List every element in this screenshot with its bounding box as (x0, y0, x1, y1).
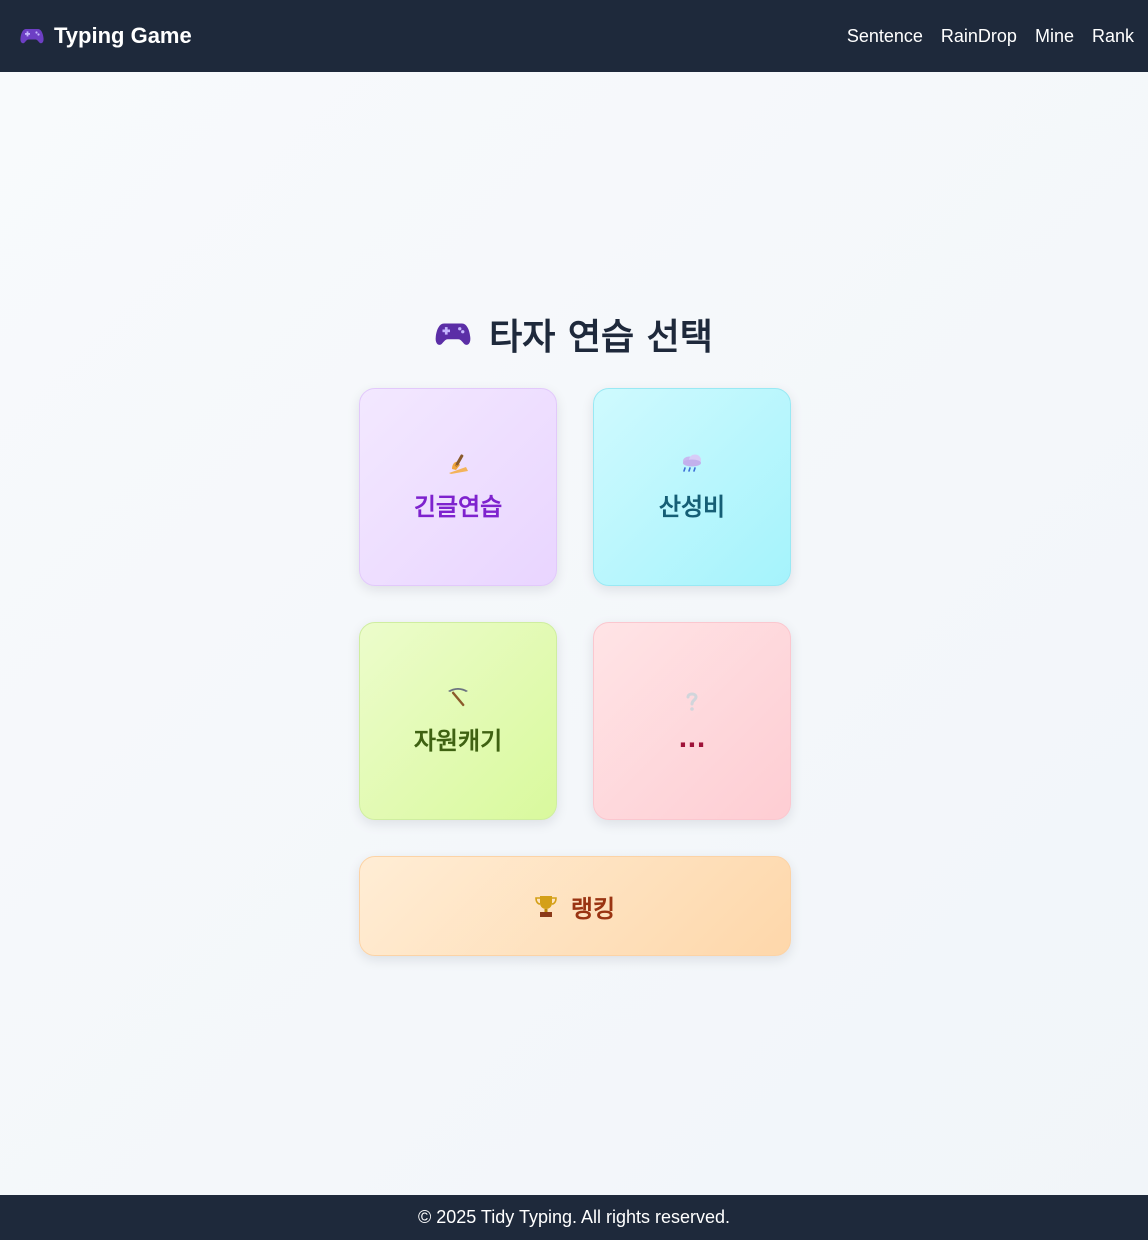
trophy-icon (535, 894, 557, 918)
ranking-label: 랭킹 (570, 894, 616, 923)
rain-cloud-icon (680, 453, 704, 475)
acid-rain-card[interactable]: 산성비 (593, 388, 791, 586)
question-mark-icon (680, 689, 704, 713)
ranking-button[interactable]: 랭킹 (359, 856, 791, 956)
gamepad-icon (20, 27, 44, 45)
resource-mining-card[interactable]: 자원캐기 (359, 622, 557, 820)
nav-link-raindrop[interactable]: RainDrop (941, 26, 1017, 47)
long-text-practice-card[interactable]: 긴글연습 (359, 388, 557, 586)
page-title: 타자 연습 선택 (0, 306, 1148, 362)
brand-title: Typing Game (54, 23, 192, 48)
card-label: 자원캐기 (413, 726, 503, 755)
copyright-text: © 2025 Tidy Typing. All rights reserved. (417, 1207, 731, 1227)
nav-links: Sentence RainDrop Mine Rank (847, 26, 1134, 47)
writing-hand-icon (446, 453, 470, 475)
card-label: 긴글연습 (413, 492, 503, 521)
pickaxe-icon (446, 687, 470, 709)
brand-link[interactable]: Typing Game (20, 23, 192, 49)
gamepad-icon (435, 320, 471, 348)
page-title-text: 타자 연습 선택 (489, 317, 713, 358)
card-label: 산성비 (658, 492, 726, 521)
nav-link-mine[interactable]: Mine (1035, 26, 1074, 47)
nav-link-rank[interactable]: Rank (1092, 26, 1134, 47)
nav-link-sentence[interactable]: Sentence (847, 26, 923, 47)
card-label: ... (678, 725, 706, 753)
footer: © 2025 Tidy Typing. All rights reserved. (0, 1195, 1148, 1240)
more-games-card[interactable]: ... (593, 622, 791, 820)
top-navbar: Typing Game Sentence RainDrop Mine Rank (0, 0, 1148, 72)
